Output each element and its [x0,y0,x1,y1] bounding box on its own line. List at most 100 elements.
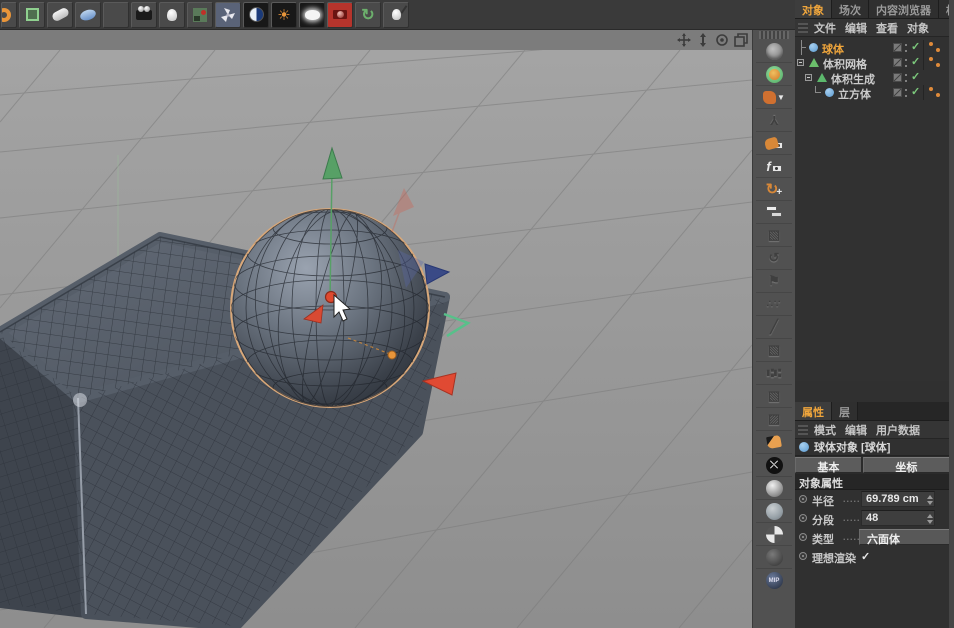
sun-light-icon[interactable]: ☀ [271,1,297,28]
state-dot-icon[interactable] [936,63,940,67]
wire-sphere-icon[interactable] [756,40,792,63]
knife-icon[interactable]: ╱ [756,316,792,339]
contrast-sphere-icon[interactable] [243,1,269,28]
hand-eye-icon[interactable] [756,132,792,155]
tab-coordinates[interactable]: 坐标 [862,457,949,474]
property-row-radius: 半径 ..... 69.789 cm [795,490,949,509]
light-wand-icon[interactable] [383,1,409,28]
toolbar-grip[interactable] [759,31,789,39]
state-dot-icon[interactable] [936,93,940,97]
make-editable-icon[interactable] [19,1,45,28]
visibility-dots-icon[interactable] [905,89,908,97]
toggle-view-icon[interactable] [733,32,748,47]
enabled-check-icon[interactable]: ✓ [911,70,920,83]
spline-pen-icon[interactable] [756,431,792,454]
disc-icon[interactable] [75,1,101,28]
sphere-object-icon [799,442,809,452]
application-window: ☀ ↻ ▼ Y f ↻ + ▧ ↺ ⚑ ∴∵ ╱ ▧ ⑆⑆ ▧ ▨ ⤬ MIP … [0,0,954,628]
menu-grip-icon [798,424,808,435]
reset-psr-icon[interactable]: ↻ + [756,178,792,201]
expand-box-icon[interactable] [805,74,812,81]
visibility-dots-icon[interactable] [905,44,908,52]
mesh-reduce-icon[interactable]: ▼ [756,86,792,109]
segments-input[interactable]: 48 [861,510,935,526]
property-circle-icon[interactable] [799,514,807,522]
enabled-check-icon[interactable]: ✓ [911,55,920,68]
camera-icon[interactable] [131,1,157,28]
rotate-icon[interactable] [714,32,729,47]
glass-sphere-icon[interactable] [756,500,792,523]
layer-icon[interactable] [893,58,902,67]
sky-icon[interactable] [299,1,325,28]
sweep-capsule-icon[interactable] [47,1,73,28]
render-perfect-checkbox[interactable]: ✓ [861,550,872,563]
menu-user-data[interactable]: 用户数据 [876,422,920,438]
volume-sphere-icon[interactable] [756,63,792,86]
light-icon[interactable] [159,1,185,28]
visibility-dots-icon[interactable] [905,59,908,67]
dots-icon[interactable]: ∴∵ [756,293,792,316]
stage-icon[interactable] [187,1,213,28]
tab-objects[interactable]: 对象 [795,0,832,18]
tab-layers[interactable]: 层 [832,402,858,420]
tree-row-sphere[interactable]: 球体 ✓ [795,40,949,56]
stepper-icon[interactable] [926,495,933,505]
checker-sphere-icon[interactable] [756,523,792,546]
recycle-icon[interactable]: ↺ [756,247,792,270]
cube3-gray-icon[interactable]: ▧ [756,385,792,408]
floor-grid-icon[interactable] [103,1,129,28]
tab-takes[interactable]: 场次 [832,0,869,18]
radius-input[interactable]: 69.789 cm [861,491,935,507]
partial-tool-icon[interactable] [1,1,17,28]
open-cube-icon[interactable]: ▨ [756,408,792,431]
scene-canvas [0,50,752,628]
menu-edit2[interactable]: 编辑 [845,422,867,438]
menu-view[interactable]: 查看 [876,20,898,36]
render-view-icon[interactable] [327,1,353,28]
side-toolbar: ▼ Y f ↻ + ▧ ↺ ⚑ ∴∵ ╱ ▧ ⑆⑆ ▧ ▨ ⤬ MIP [752,30,795,628]
visibility-dots-icon[interactable] [905,74,908,82]
dark-sphere-icon[interactable] [756,546,792,569]
layer-icon[interactable] [893,88,902,97]
motor-fan-icon[interactable] [215,1,241,28]
property-circle-icon[interactable] [799,495,807,503]
fcurve-eye-icon[interactable]: f [756,155,792,178]
enabled-check-icon[interactable]: ✓ [911,85,920,98]
tree-row-volume-mesh[interactable]: 体积网格 ✓ [795,55,949,71]
expand-box-icon[interactable] [797,59,804,66]
menu-edit[interactable]: 编辑 [845,20,867,36]
panel-scrollbar[interactable] [949,0,954,628]
tab-attributes[interactable]: 属性 [795,402,832,420]
mip-sphere-icon[interactable]: MIP [756,569,792,592]
stepper-icon[interactable] [926,514,933,524]
property-circle-icon[interactable] [799,533,807,541]
cube-gray-icon[interactable]: ▧ [756,224,792,247]
shiny-sphere-icon[interactable] [756,477,792,500]
layer-icon[interactable] [893,43,902,52]
sliders-icon[interactable]: ⑆⑆ [756,362,792,385]
joint-icon[interactable]: Y [756,109,792,132]
flag-icon[interactable]: ⚑ [756,270,792,293]
menu-file[interactable]: 文件 [814,20,836,36]
layer-icon[interactable] [893,73,902,82]
tree-row-volume-builder[interactable]: 体积生成 ✓ [795,70,949,86]
notes-icon[interactable] [756,201,792,224]
state-dot-icon[interactable] [929,87,933,91]
state-dot-icon[interactable] [936,48,940,52]
tab-content-browser[interactable]: 内容浏览器 [869,0,939,18]
menu-object[interactable]: 对象 [907,20,929,36]
property-circle-icon[interactable] [799,552,807,560]
tree-row-cube[interactable]: 立方体 ✓ [795,85,949,101]
tab-basic[interactable]: 基本 [795,457,861,474]
cube2-gray-icon[interactable]: ▧ [756,339,792,362]
pan-icon[interactable] [676,32,691,47]
render-settings-icon[interactable]: ↻ [355,1,381,28]
viewport-3d[interactable] [0,30,752,628]
dolly-icon[interactable] [695,32,710,47]
menu-mode[interactable]: 模式 [814,422,836,438]
swap-icon[interactable]: ⤬ [756,454,792,477]
type-dropdown[interactable]: 六面体 [859,529,951,546]
enabled-check-icon[interactable]: ✓ [911,40,920,53]
state-dot-icon[interactable] [929,57,933,61]
state-dot-icon[interactable] [929,42,933,46]
